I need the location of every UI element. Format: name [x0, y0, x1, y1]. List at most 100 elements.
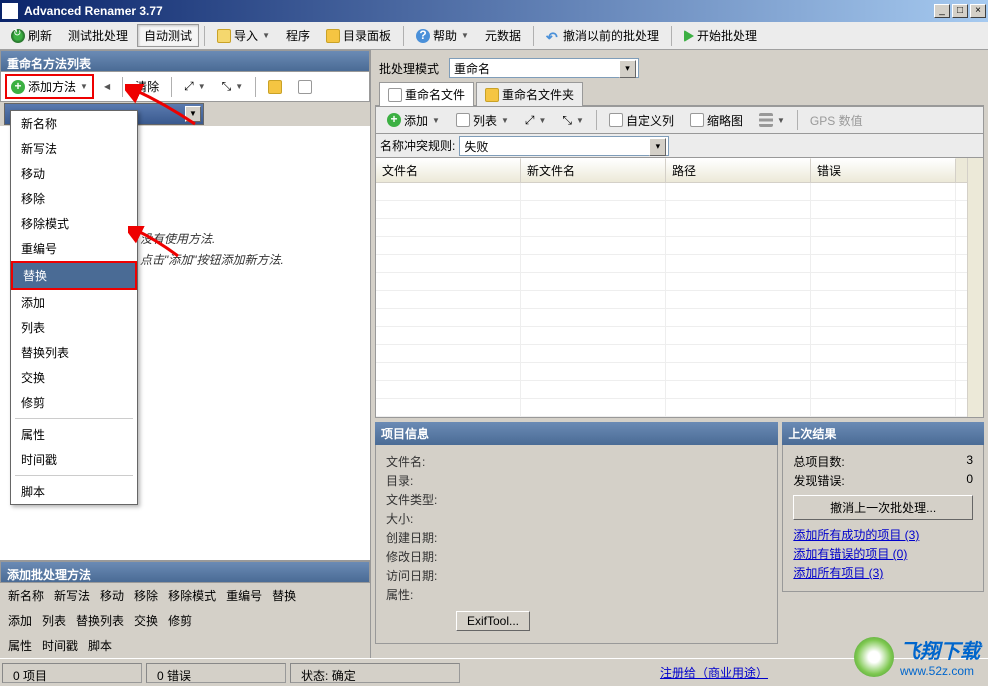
menu-item-新写法[interactable]: 新写法 — [11, 136, 137, 161]
quick-link[interactable]: 重编号 — [226, 589, 262, 603]
program-button[interactable]: 程序 — [279, 24, 317, 47]
quick-link[interactable]: 移除模式 — [168, 589, 216, 603]
quick-link[interactable]: 脚本 — [88, 639, 112, 653]
vertical-scrollbar[interactable] — [967, 183, 983, 417]
menu-item-移除[interactable]: 移除 — [11, 186, 137, 211]
quick-link[interactable]: 移动 — [100, 589, 124, 603]
chevron-down-icon: ▼ — [262, 31, 270, 40]
menu-item-替换列表[interactable]: 替换列表 — [11, 340, 137, 365]
quick-link[interactable]: 移除 — [134, 589, 158, 603]
dir-panel-button[interactable]: 目录面板 — [319, 24, 398, 47]
minimize-button[interactable]: _ — [934, 4, 950, 18]
menu-item-属性[interactable]: 属性 — [11, 422, 137, 447]
table-row — [376, 219, 967, 237]
quick-link[interactable]: 时间戳 — [42, 639, 78, 653]
add-file-button[interactable]: +添加▼ — [380, 109, 447, 132]
menu-item-添加[interactable]: 添加 — [11, 290, 137, 315]
watermark: 飞翔下载 www.52z.com — [854, 635, 980, 678]
plus-icon: + — [11, 80, 25, 94]
file-icon — [388, 88, 402, 102]
view-button[interactable]: ▼ — [752, 110, 792, 130]
chevron-down-icon: ▼ — [461, 31, 469, 40]
menu-item-新名称[interactable]: 新名称 — [11, 111, 137, 136]
menu-item-时间戳[interactable]: 时间戳 — [11, 447, 137, 472]
quick-link[interactable]: 替换 — [272, 589, 296, 603]
status-state: 状态: 确定 — [290, 663, 460, 683]
quick-link[interactable]: 修剪 — [168, 614, 192, 628]
quick-link[interactable]: 列表 — [42, 614, 66, 628]
add-all-link[interactable]: 添加所有项目 (3) — [793, 564, 973, 581]
metadata-button[interactable]: 元数据 — [478, 24, 528, 47]
tab-rename-files[interactable]: 重命名文件 — [379, 82, 474, 106]
import-button[interactable]: 导入▼ — [210, 24, 277, 47]
app-icon — [2, 3, 18, 19]
add-method-menu[interactable]: 新名称新写法移动移除移除模式重编号替换添加列表替换列表交换修剪属性时间戳脚本 — [10, 110, 138, 505]
undo-batch-button[interactable]: 撤消以前的批处理 — [539, 24, 666, 47]
exiftool-button[interactable]: ExifTool... — [456, 611, 530, 631]
help-button[interactable]: ?帮助▼ — [409, 24, 476, 47]
start-batch-button[interactable]: 开始批处理 — [677, 24, 764, 47]
expand2-button[interactable]: ⤢▼ — [518, 110, 554, 131]
table-row — [376, 291, 967, 309]
expand-button[interactable]: ⤢▼ — [177, 76, 213, 97]
list-button[interactable]: 列表▼ — [449, 109, 516, 132]
table-body — [376, 183, 967, 417]
menu-item-重编号[interactable]: 重编号 — [11, 236, 137, 261]
batch-mode-label: 批处理模式 — [379, 60, 439, 77]
status-items: 0 项目 — [2, 663, 142, 683]
column-header[interactable]: 错误 — [811, 158, 956, 182]
column-header[interactable]: 文件名 — [376, 158, 521, 182]
refresh-button[interactable]: 刷新 — [4, 24, 59, 47]
save-button[interactable] — [291, 77, 319, 97]
save-icon — [298, 80, 312, 94]
menu-item-移动[interactable]: 移动 — [11, 161, 137, 186]
table-row — [376, 345, 967, 363]
menu-item-列表[interactable]: 列表 — [11, 315, 137, 340]
add-success-link[interactable]: 添加所有成功的项目 (3) — [793, 526, 973, 543]
quick-link[interactable]: 新名称 — [8, 589, 44, 603]
table-row — [376, 309, 967, 327]
menu-item-交换[interactable]: 交换 — [11, 365, 137, 390]
conflict-rule-select[interactable]: 失败 — [459, 136, 669, 156]
undo-last-batch-button[interactable]: 撤消上一次批处理... — [793, 495, 973, 520]
column-header[interactable]: 新文件名 — [521, 158, 666, 182]
menu-item-脚本[interactable]: 脚本 — [11, 479, 137, 504]
collapse-button[interactable]: ⤡▼ — [215, 76, 251, 97]
list-icon — [759, 113, 773, 127]
menu-item-修剪[interactable]: 修剪 — [11, 390, 137, 415]
quick-link[interactable]: 替换列表 — [76, 614, 124, 628]
undo-icon — [546, 29, 560, 43]
watermark-logo-icon — [854, 637, 894, 677]
status-errors: 0 错误 — [146, 663, 286, 683]
test-batch-button[interactable]: 测试批处理 — [61, 24, 135, 47]
menu-item-替换[interactable]: 替换 — [11, 261, 137, 290]
batch-mode-select[interactable]: 重命名 — [449, 58, 639, 78]
quick-links-row3: 属性时间戳脚本 — [0, 633, 370, 658]
quick-link[interactable]: 属性 — [8, 639, 32, 653]
tab-rename-folders[interactable]: 重命名文件夹 — [476, 82, 583, 106]
conflict-rule-label: 名称冲突规则: — [380, 137, 455, 154]
chevron-down-icon: ▼ — [185, 106, 201, 122]
column-header[interactable]: 路径 — [666, 158, 811, 182]
clear-button[interactable]: 清除 — [128, 75, 166, 98]
add-method-button[interactable]: + 添加方法 ▼ — [5, 74, 94, 99]
collapse2-button[interactable]: ⤡▼ — [555, 110, 591, 131]
close-button[interactable]: × — [970, 4, 986, 18]
thumbnail-button[interactable]: 缩略图 — [683, 109, 750, 132]
quick-link[interactable]: 添加 — [8, 614, 32, 628]
window-titlebar: Advanced Renamer 3.77 _ □ × — [0, 0, 988, 22]
quick-link[interactable]: 新写法 — [54, 589, 90, 603]
menu-item-移除模式[interactable]: 移除模式 — [11, 211, 137, 236]
custom-columns-button[interactable]: 自定义列 — [602, 109, 681, 132]
table-row — [376, 327, 967, 345]
add-error-link[interactable]: 添加有错误的项目 (0) — [793, 545, 973, 562]
main-toolbar: 刷新 测试批处理 自动测试 导入▼ 程序 目录面板 ?帮助▼ 元数据 撤消以前的… — [0, 22, 988, 50]
quick-link[interactable]: 交换 — [134, 614, 158, 628]
vertical-scrollbar[interactable] — [967, 158, 983, 183]
register-link[interactable]: 注册给（商业用途） — [660, 664, 768, 681]
maximize-button[interactable]: □ — [952, 4, 968, 18]
nav-prev-button[interactable]: ◀ — [96, 79, 117, 94]
auto-test-button[interactable]: 自动测试 — [137, 24, 199, 47]
open-button[interactable] — [261, 77, 289, 97]
folder-open-icon — [268, 80, 282, 94]
